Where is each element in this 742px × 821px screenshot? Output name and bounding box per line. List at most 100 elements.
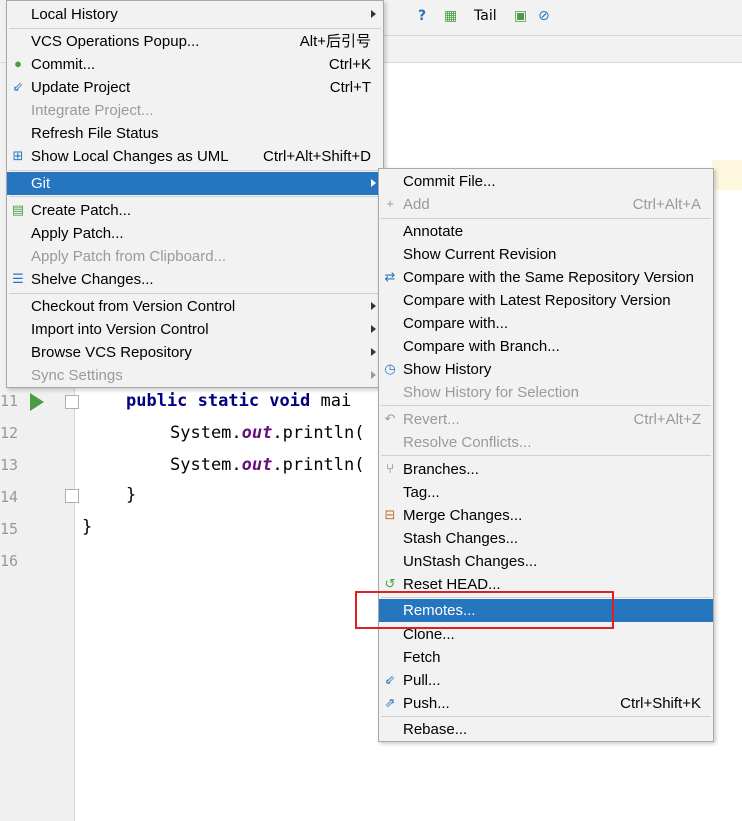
menu-item-label: Apply Patch...	[31, 225, 124, 242]
line-number: 14	[0, 488, 19, 506]
menu-item-update-project[interactable]: ⇙ Update Project Ctrl+T	[7, 76, 383, 99]
menu-item-local-history[interactable]: Local History	[7, 3, 383, 26]
menu-item-tag[interactable]: Tag...	[379, 481, 713, 504]
menu-separator	[381, 455, 711, 456]
menu-item-apply-patch-clipboard[interactable]: Apply Patch from Clipboard...	[7, 245, 383, 268]
code-keyword: public static void	[126, 391, 311, 411]
uml-icon: ⊞	[12, 148, 24, 163]
menu-item-label: Resolve Conflicts...	[403, 434, 532, 451]
menu-item-resolve-conflicts[interactable]: Resolve Conflicts...	[379, 431, 713, 454]
menu-item-apply-patch[interactable]: Apply Patch...	[7, 222, 383, 245]
menu-item-label: Show History for Selection	[403, 384, 579, 401]
menu-item-create-patch[interactable]: ▤ Create Patch...	[7, 199, 383, 222]
menu-item-label: UnStash Changes...	[403, 553, 538, 570]
menu-item-unstash-changes[interactable]: UnStash Changes...	[379, 550, 713, 573]
code-text: .println(	[272, 455, 365, 475]
annotation-highlight-box	[355, 591, 614, 629]
menu-shortcut: Ctrl+Alt+Shift+D	[263, 148, 371, 165]
menu-item-show-local-changes-uml[interactable]: ⊞ Show Local Changes as UML Ctrl+Alt+Shift…	[7, 145, 383, 168]
reset-icon: ↺	[384, 576, 396, 591]
menu-item-label: Annotate	[403, 223, 464, 240]
add-icon: +	[386, 196, 394, 211]
pull-icon: ⇙	[384, 672, 396, 687]
menu-item-label: Push...	[403, 695, 450, 712]
menu-shortcut: Ctrl+Shift+K	[620, 695, 701, 712]
menu-item-refresh-file-status[interactable]: Refresh File Status	[7, 122, 383, 145]
merge-icon: ⊟	[384, 507, 396, 522]
fold-icon[interactable]	[65, 395, 79, 409]
menu-item-label: Show History	[403, 361, 492, 378]
menu-item-commit-file[interactable]: Commit File...	[379, 170, 713, 193]
menu-item-sync-settings[interactable]: Sync Settings	[7, 364, 383, 387]
menu-item-rebase[interactable]: Rebase...	[379, 718, 713, 741]
vcs-menu: Local History VCS Operations Popup... Alt…	[6, 0, 384, 388]
menu-item-annotate[interactable]: Annotate	[379, 220, 713, 243]
menu-item-compare-with[interactable]: Compare with...	[379, 312, 713, 335]
menu-item-label: Create Patch...	[31, 202, 132, 219]
run-gutter-icon[interactable]	[30, 393, 44, 411]
fold-icon[interactable]	[65, 489, 79, 503]
menu-shortcut: Ctrl+Alt+A	[632, 196, 701, 213]
device-icon[interactable]: ▦	[444, 8, 457, 24]
menu-item-label: Compare with Latest Repository Version	[403, 292, 671, 309]
menu-item-label: Tag...	[403, 484, 440, 501]
menu-item-vcs-operations-popup[interactable]: VCS Operations Popup... Alt+后引号	[7, 30, 383, 53]
update-icon: ⇙	[12, 79, 24, 94]
menu-item-label: Sync Settings	[31, 367, 123, 384]
code-line: }	[82, 517, 93, 537]
menu-item-revert[interactable]: ↶ Revert... Ctrl+Alt+Z	[379, 408, 713, 431]
menu-item-branches[interactable]: ⑂ Branches...	[379, 458, 713, 481]
menu-item-label: Commit File...	[403, 173, 496, 190]
menu-item-label: Rebase...	[403, 721, 468, 738]
menu-item-integrate-project[interactable]: Integrate Project...	[7, 99, 383, 122]
line-number: 12	[0, 424, 19, 442]
menu-item-show-history[interactable]: ◷ Show History	[379, 358, 713, 381]
line-number: 11	[0, 392, 19, 410]
menu-item-label: Branches...	[403, 461, 479, 478]
menu-item-compare-latest-repo-version[interactable]: Compare with Latest Repository Version	[379, 289, 713, 312]
tail-button[interactable]: Tail	[474, 8, 497, 24]
code-line: System.out.println(	[170, 455, 365, 475]
menu-item-browse-vcs-repository[interactable]: Browse VCS Repository	[7, 341, 383, 364]
activity-icon[interactable]: ▣	[514, 8, 527, 24]
shelve-icon: ☰	[12, 271, 24, 286]
menu-item-checkout-from-vcs[interactable]: Checkout from Version Control	[7, 295, 383, 318]
menu-item-stash-changes[interactable]: Stash Changes...	[379, 527, 713, 550]
menu-item-label: Compare with...	[403, 315, 509, 332]
branch-icon: ⑂	[386, 461, 394, 476]
menu-item-add[interactable]: + Add Ctrl+Alt+A	[379, 193, 713, 216]
menu-item-fetch[interactable]: Fetch	[379, 646, 713, 669]
menu-item-pull[interactable]: ⇙ Pull...	[379, 669, 713, 692]
menu-shortcut: Alt+后引号	[299, 33, 371, 50]
stop-icon[interactable]: ⊘	[538, 8, 550, 24]
menu-item-label: Compare with Branch...	[403, 338, 560, 355]
menu-item-push[interactable]: ⇗ Push... Ctrl+Shift+K	[379, 692, 713, 715]
submenu-arrow-icon	[371, 10, 376, 18]
menu-separator	[9, 28, 381, 29]
menu-item-label: Browse VCS Repository	[31, 344, 192, 361]
menu-item-show-current-revision[interactable]: Show Current Revision	[379, 243, 713, 266]
menu-item-label: Merge Changes...	[403, 507, 523, 524]
menu-item-commit[interactable]: ● Commit... Ctrl+K	[7, 53, 383, 76]
submenu-arrow-icon	[371, 325, 376, 333]
help-icon[interactable]: ?	[418, 8, 426, 24]
menu-item-git[interactable]: Git	[7, 172, 383, 195]
menu-item-merge-changes[interactable]: ⊟ Merge Changes...	[379, 504, 713, 527]
line-number: 13	[0, 456, 19, 474]
menu-item-compare-same-repo-version[interactable]: ⇄ Compare with the Same Repository Versio…	[379, 266, 713, 289]
code-static-field: out	[241, 455, 273, 475]
menu-item-import-into-vcs[interactable]: Import into Version Control	[7, 318, 383, 341]
menu-item-compare-with-branch[interactable]: Compare with Branch...	[379, 335, 713, 358]
menu-item-shelve-changes[interactable]: ☰ Shelve Changes...	[7, 268, 383, 291]
menu-item-label: Local History	[31, 6, 118, 23]
menu-item-show-history-selection[interactable]: Show History for Selection	[379, 381, 713, 404]
code-text: System.	[170, 423, 242, 443]
menu-item-label: Git	[31, 175, 51, 192]
submenu-arrow-icon	[371, 179, 376, 187]
revert-icon: ↶	[384, 411, 396, 426]
menu-item-label: Integrate Project...	[31, 102, 154, 119]
menu-item-label: Import into Version Control	[31, 321, 209, 338]
menu-item-label: Refresh File Status	[31, 125, 159, 142]
submenu-arrow-icon	[371, 371, 376, 379]
menu-item-label: Revert...	[403, 411, 460, 428]
